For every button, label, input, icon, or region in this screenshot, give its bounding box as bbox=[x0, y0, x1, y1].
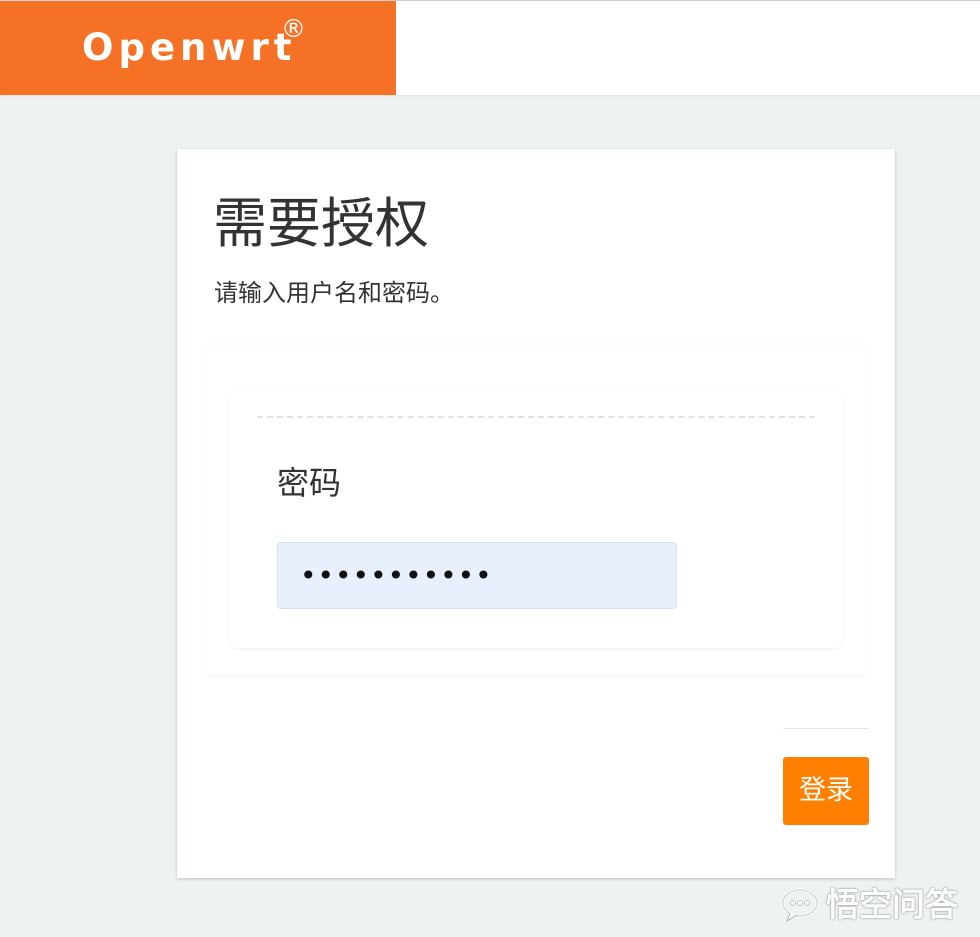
footer-divider bbox=[783, 728, 869, 729]
login-button[interactable]: 登录 bbox=[783, 757, 869, 825]
chat-bubble-logo-icon bbox=[781, 888, 819, 922]
watermark-text: 悟空问答 bbox=[826, 885, 958, 924]
registered-mark: ® bbox=[281, 14, 306, 43]
brand-logo-text[interactable]: Openwrt bbox=[82, 23, 297, 73]
password-input[interactable] bbox=[277, 542, 677, 609]
brand-banner: Openwrt ® bbox=[0, 1, 396, 95]
dashed-divider bbox=[257, 416, 815, 418]
page-subtitle: 请输入用户名和密码。 bbox=[214, 279, 454, 307]
credentials-section bbox=[230, 392, 842, 648]
password-label: 密码 bbox=[277, 464, 342, 502]
watermark: 悟空问答 bbox=[780, 880, 958, 930]
page-title: 需要授权 bbox=[213, 192, 429, 255]
